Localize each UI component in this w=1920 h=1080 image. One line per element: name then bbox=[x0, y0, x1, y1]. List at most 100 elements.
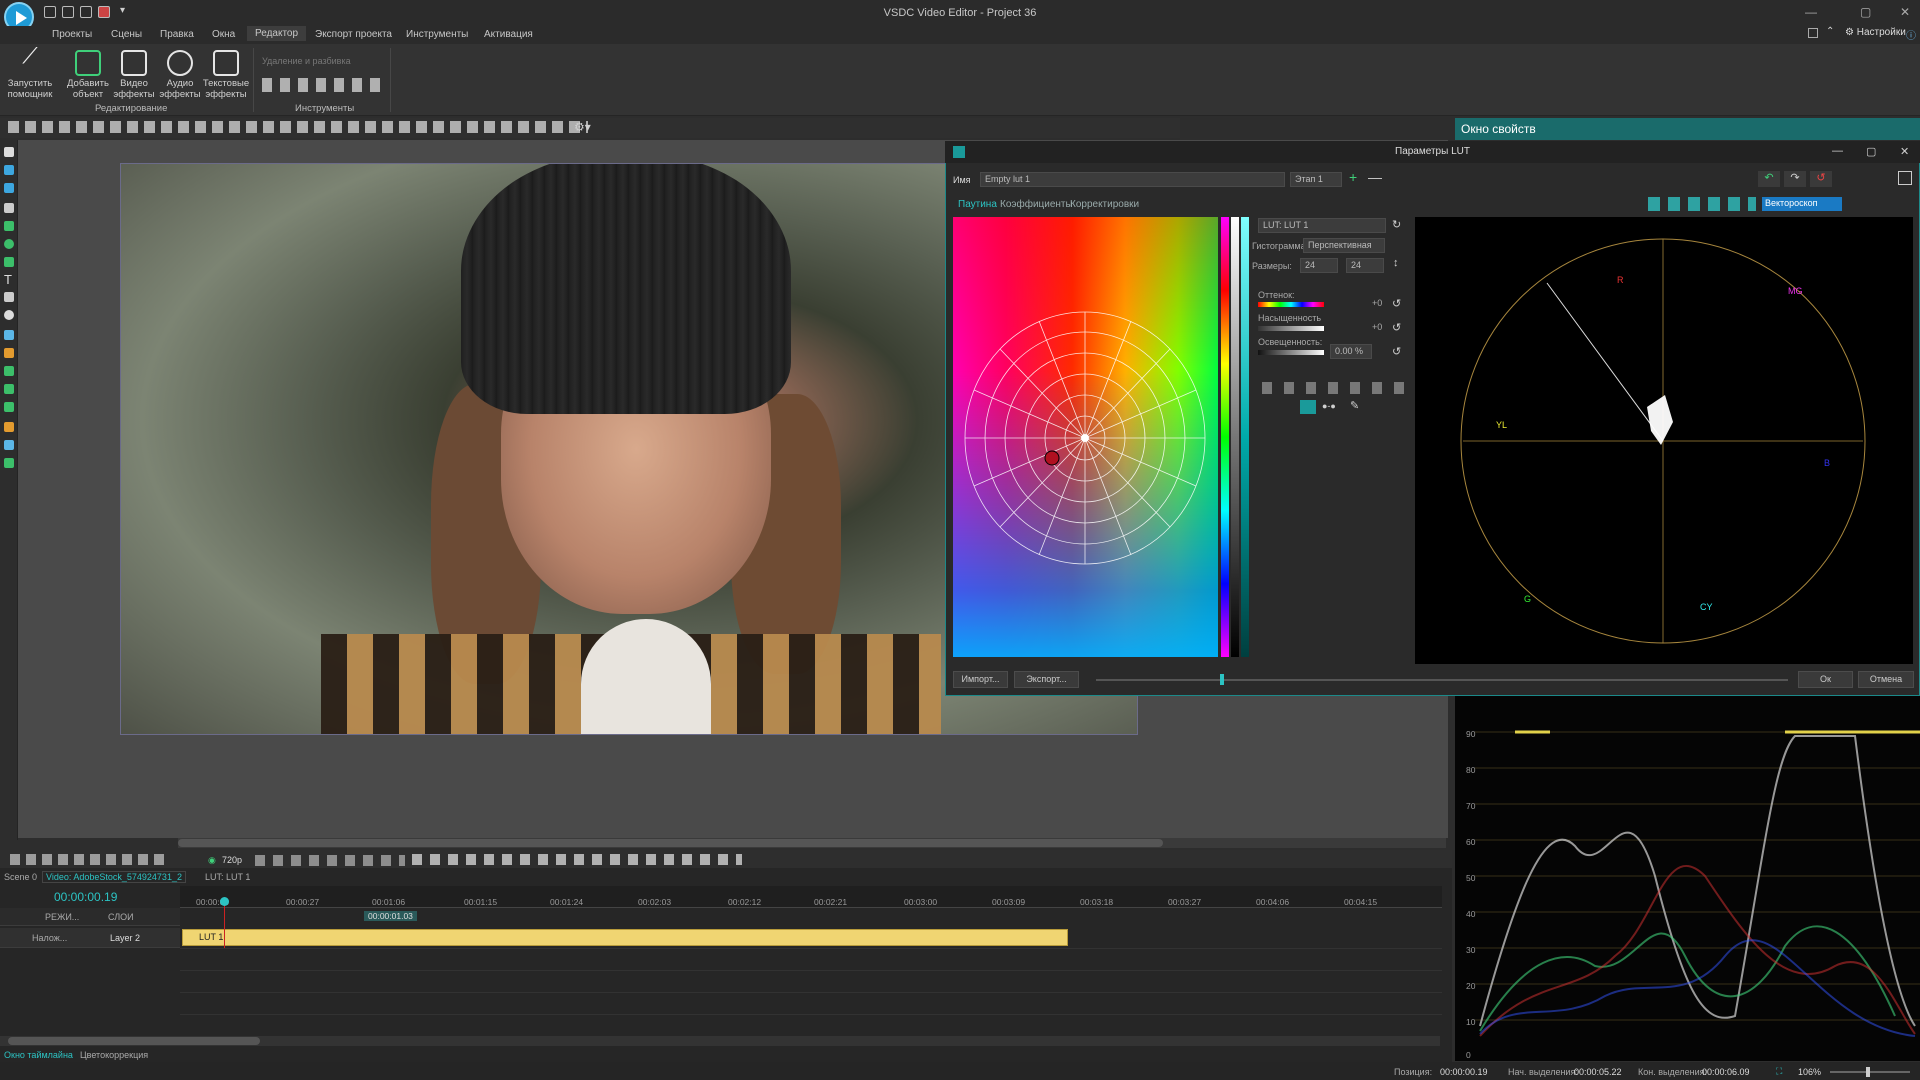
hue-slider[interactable] bbox=[1258, 302, 1324, 307]
animation-tool-icon[interactable] bbox=[4, 348, 14, 358]
rect-tool-icon[interactable] bbox=[4, 221, 14, 231]
stage-select[interactable]: Этап 1 bbox=[1290, 172, 1342, 187]
transport-controls[interactable] bbox=[412, 854, 742, 865]
web-tool-icons[interactable] bbox=[1262, 382, 1407, 394]
zoom-slider[interactable] bbox=[1830, 1071, 1910, 1073]
lightness-slider[interactable] bbox=[1258, 350, 1324, 355]
collapse-ribbon-icon[interactable]: ⌃ bbox=[1826, 26, 1834, 37]
tab-color-correction[interactable]: Цветокоррекция bbox=[80, 1050, 148, 1060]
menu-export[interactable]: Экспорт проекта bbox=[315, 27, 392, 42]
menu-edit[interactable]: Правка bbox=[160, 27, 194, 42]
lut-name-input[interactable]: Empty lut 1 bbox=[980, 172, 1285, 187]
text-effects-button[interactable]: Текстовые эффекты bbox=[202, 50, 250, 100]
pointer-tool-icon[interactable] bbox=[4, 147, 14, 157]
reset-lightness-icon[interactable]: ↺ bbox=[1392, 345, 1401, 358]
dialog-progress-handle[interactable] bbox=[1220, 674, 1224, 685]
audio-tool-icon[interactable] bbox=[4, 402, 14, 412]
tab-scene[interactable]: Scene 0 bbox=[4, 872, 37, 882]
timeline-scroll-thumb[interactable] bbox=[8, 1037, 260, 1045]
image-tool-icon[interactable] bbox=[4, 183, 14, 193]
export-button[interactable]: Экспорт... bbox=[1014, 671, 1079, 688]
canvas-scroll-thumb[interactable] bbox=[178, 839, 1163, 847]
chart-tool-icon[interactable] bbox=[4, 330, 14, 340]
video-effects-button[interactable]: Видео эффекты bbox=[110, 50, 158, 100]
video-tool-icon[interactable] bbox=[4, 165, 14, 175]
toolbar-icons[interactable] bbox=[8, 121, 588, 133]
marker-label[interactable]: 00:00:01.03 bbox=[364, 911, 417, 921]
playhead-handle[interactable] bbox=[220, 897, 229, 906]
menu-windows[interactable]: Окна bbox=[212, 27, 235, 42]
tab-coefficients[interactable]: Коэффициенты bbox=[1000, 199, 1073, 210]
playback-tools[interactable] bbox=[255, 855, 405, 866]
mask-tool-icon[interactable] bbox=[4, 440, 14, 450]
redo-icon[interactable]: ↷ bbox=[1784, 171, 1806, 187]
import-button[interactable]: Импорт... bbox=[953, 671, 1008, 688]
lightness-input[interactable]: 0.00 % bbox=[1330, 344, 1372, 359]
scope-mode-select[interactable]: Вектороскоп bbox=[1762, 197, 1842, 211]
tab-web[interactable]: Паутина bbox=[958, 199, 997, 210]
panel-layout-icon[interactable] bbox=[1898, 171, 1912, 185]
reset-icon[interactable]: ↺ bbox=[1810, 171, 1832, 187]
menu-scenes[interactable]: Сцены bbox=[111, 27, 142, 42]
timeline-zoom-controls[interactable] bbox=[10, 854, 170, 865]
lut-select[interactable]: LUT: LUT 1 bbox=[1258, 218, 1386, 233]
callout-tool-icon[interactable] bbox=[4, 310, 14, 320]
ellipse-tool-icon[interactable] bbox=[4, 239, 14, 249]
freeform-tool-icon[interactable] bbox=[4, 257, 14, 267]
help-icon[interactable]: ⓘ bbox=[1906, 27, 1916, 42]
close-icon[interactable]: ✕ bbox=[1900, 5, 1910, 19]
edit-tools-row[interactable] bbox=[262, 78, 382, 92]
preview-quality-icon[interactable]: ◉ bbox=[208, 855, 216, 866]
hue-strip[interactable] bbox=[1221, 217, 1229, 657]
menu-editor[interactable]: Редактор bbox=[247, 26, 307, 41]
reset-saturation-icon[interactable]: ↺ bbox=[1392, 321, 1401, 334]
refresh-lut-icon[interactable]: ↻ bbox=[1392, 218, 1401, 231]
resolution-select[interactable]: 720p bbox=[222, 855, 242, 865]
track-blend-mode[interactable]: Налож... bbox=[32, 933, 67, 943]
add-stage-icon[interactable]: + bbox=[1349, 169, 1357, 185]
minimize-icon[interactable]: — bbox=[1805, 5, 1817, 19]
eyedropper-icon[interactable]: ✎ bbox=[1350, 399, 1359, 412]
add-object-button[interactable]: Добавить объект bbox=[64, 50, 112, 100]
text-tool-icon[interactable]: T bbox=[4, 272, 12, 287]
size-a-select[interactable]: 24 bbox=[1300, 258, 1338, 273]
undo-icon[interactable]: ↶ bbox=[1758, 171, 1780, 187]
color-web-grid[interactable] bbox=[960, 305, 1210, 570]
tab-timeline-window[interactable]: Окно таймлайна bbox=[4, 1050, 73, 1060]
link-points-icon[interactable]: ●‑● bbox=[1322, 401, 1336, 411]
remove-stage-icon[interactable]: — bbox=[1368, 169, 1382, 185]
lut-clip[interactable]: LUT 1 bbox=[182, 929, 1068, 946]
swap-sizes-icon[interactable]: ↕ bbox=[1393, 257, 1399, 269]
ok-button[interactable]: Ок bbox=[1798, 671, 1853, 688]
line-tool-icon[interactable] bbox=[4, 203, 14, 213]
maximize-icon[interactable]: ▢ bbox=[1860, 5, 1871, 19]
settings-button[interactable]: ⚙ Настройки bbox=[1845, 27, 1906, 38]
saturation-slider[interactable] bbox=[1258, 326, 1324, 331]
pin-point-icon[interactable] bbox=[1300, 400, 1316, 414]
wizard-button[interactable]: ⟋ Запустить помощник bbox=[6, 45, 54, 101]
cancel-button[interactable]: Отмена bbox=[1858, 671, 1914, 688]
tab-corrections[interactable]: Корректировки bbox=[1070, 199, 1139, 210]
particles-tool-icon[interactable] bbox=[4, 384, 14, 394]
dialog-close-icon[interactable]: ✕ bbox=[1900, 145, 1909, 158]
size-b-select[interactable]: 24 bbox=[1346, 258, 1384, 273]
menu-activation[interactable]: Активация bbox=[484, 27, 533, 42]
track-row[interactable] bbox=[0, 928, 180, 948]
timeline-ruler[interactable] bbox=[180, 886, 1442, 908]
move-tool-icon[interactable] bbox=[4, 458, 14, 468]
empty-tracks[interactable] bbox=[180, 948, 1442, 1036]
tab-lut[interactable]: LUT: LUT 1 bbox=[205, 872, 250, 882]
dialog-minimize-icon[interactable]: — bbox=[1832, 145, 1843, 157]
dialog-maximize-icon[interactable]: ▢ bbox=[1866, 145, 1876, 158]
scope-tool-icons[interactable] bbox=[1648, 197, 1756, 211]
sprite-tool-icon[interactable] bbox=[4, 366, 14, 376]
toolbar-settings-icon[interactable]: ⚙▾ bbox=[574, 120, 591, 134]
histogram-select[interactable]: Перспективная bbox=[1303, 238, 1385, 253]
zoom-slider-handle[interactable] bbox=[1866, 1067, 1870, 1077]
lightness-strip[interactable] bbox=[1231, 217, 1239, 657]
saturation-strip[interactable] bbox=[1241, 217, 1249, 657]
menu-projects[interactable]: Проекты bbox=[52, 27, 92, 42]
spectrum-tool-icon[interactable] bbox=[4, 422, 14, 432]
menu-tools[interactable]: Инструменты bbox=[406, 27, 468, 42]
subtitle-tool-icon[interactable] bbox=[4, 292, 14, 302]
